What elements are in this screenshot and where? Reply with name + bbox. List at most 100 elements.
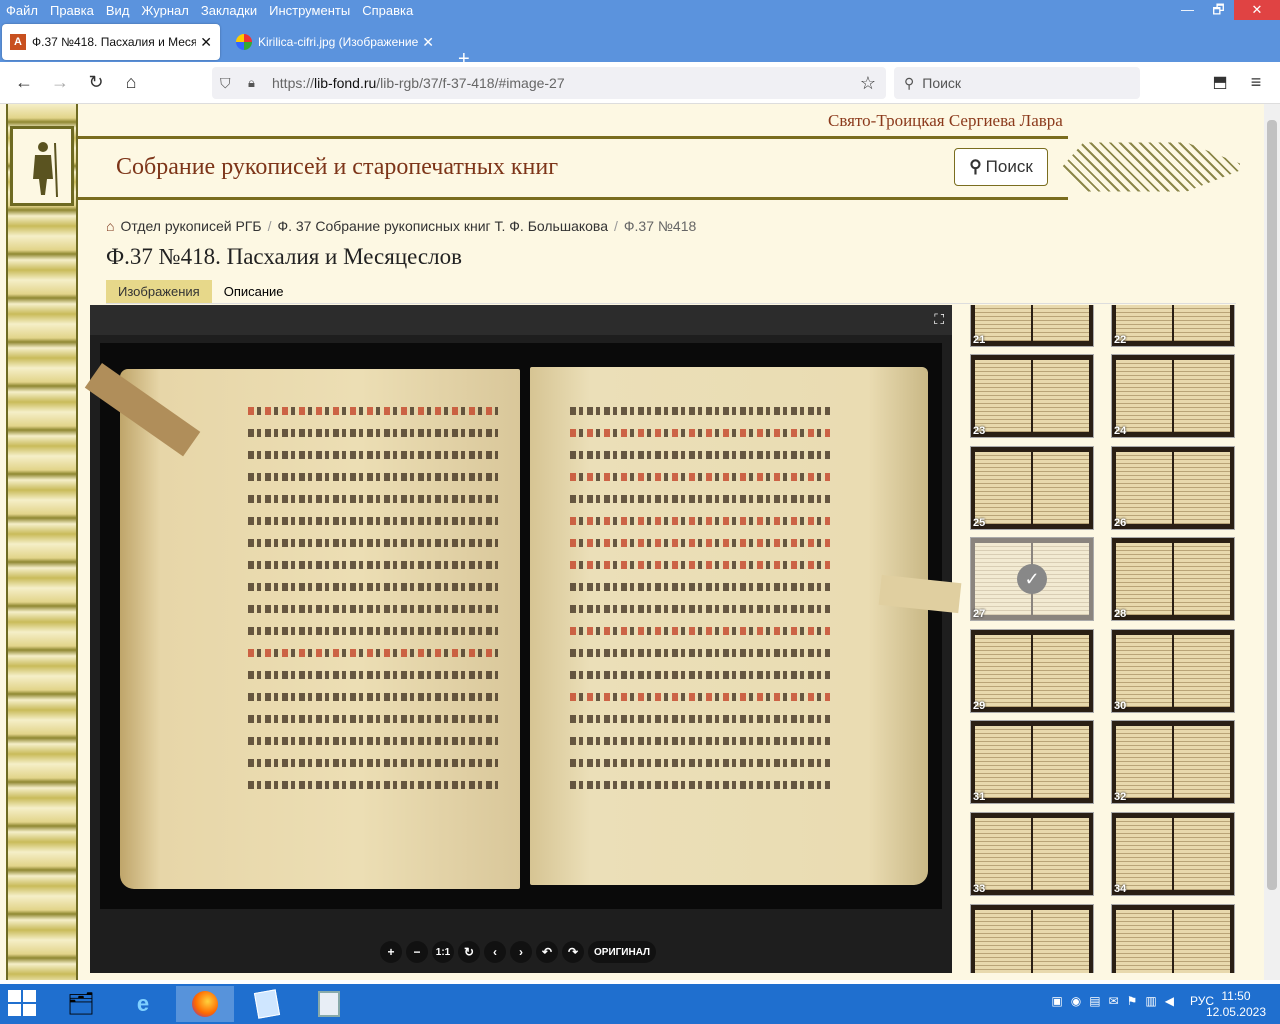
app-menu-button[interactable]: ≡ — [1244, 72, 1268, 93]
menu-tools[interactable]: Инструменты — [263, 3, 356, 18]
pocket-icon[interactable]: ⬒ — [1208, 72, 1232, 92]
thumbnail[interactable]: 34 — [1111, 812, 1235, 896]
menu-help[interactable]: Справка — [356, 3, 419, 18]
actual-size-button[interactable]: 1:1 — [432, 941, 454, 963]
tray-icon[interactable]: ⚑ — [1127, 994, 1138, 1008]
breadcrumb-link-fond[interactable]: Ф. 37 Собрание рукописных книг Т. Ф. Бол… — [277, 218, 608, 234]
tabs-divider — [106, 303, 1236, 304]
tray-icon[interactable]: ▤ — [1089, 994, 1100, 1008]
thumbnail[interactable]: 24 — [1111, 354, 1235, 438]
thumbnail[interactable]: 31 — [970, 720, 1094, 804]
reset-button[interactable]: ↻ — [458, 941, 480, 963]
previous-button[interactable]: ‹ — [484, 941, 506, 963]
breadcrumb-current: Ф.37 №418 — [623, 218, 697, 234]
search-field[interactable]: ⚲ Поиск — [894, 67, 1140, 99]
url-path: /lib-rgb/37/f-37-418/#image-27 — [376, 75, 565, 91]
thumbnail[interactable]: 32 — [1111, 720, 1235, 804]
thumbnail[interactable]: 30 — [1111, 629, 1235, 713]
shield-icon[interactable]: ⛉ — [220, 75, 231, 92]
site-search-button[interactable]: ⚲ Поиск — [954, 148, 1048, 186]
thumbnail[interactable]: 29 — [970, 629, 1094, 713]
scrollbar-thumb[interactable] — [1267, 120, 1277, 890]
site-logo[interactable] — [10, 126, 74, 206]
navigation-bar: ← → ↻ ⌂ ⛉ 🔒︎ https://lib-fond.ru/lib-rgb… — [0, 62, 1280, 104]
network-icon[interactable]: ▥ — [1145, 994, 1156, 1008]
wikipedia-favicon-icon — [236, 34, 252, 50]
tab-title: Kirilica-cifri.jpg (Изображение — [258, 35, 419, 49]
manuscript-image[interactable]: 22 — [84, 343, 962, 909]
home-button[interactable]: ⌂ — [119, 72, 143, 93]
thumbnail-number: 23 — [973, 425, 986, 437]
zoom-in-button[interactable]: + — [380, 941, 402, 963]
breadcrumb: ⌂ Отдел рукописей РГБ / Ф. 37 Собрание р… — [106, 218, 696, 234]
tray-icon[interactable]: ◉ — [1071, 994, 1081, 1008]
notepad-icon[interactable] — [238, 986, 296, 1022]
calculator-icon[interactable] — [300, 986, 358, 1022]
thumbnail-number: 26 — [1114, 517, 1127, 529]
thumbnail[interactable]: 28 — [1111, 537, 1235, 621]
tray-icon[interactable]: ▣ — [1051, 994, 1062, 1008]
search-icon: ⚲ — [904, 74, 915, 91]
image-viewer[interactable]: ⛶ 22 + − 1:1 ↻ ‹ › ↶ ↷ — [84, 305, 962, 973]
menu-file[interactable]: Файл — [0, 3, 44, 18]
maximize-button[interactable]: 🗗 — [1203, 0, 1234, 20]
bookmark-star-icon[interactable]: ☆ — [860, 73, 876, 94]
fullscreen-icon[interactable]: ⛶ — [934, 311, 944, 328]
thumbnail[interactable]: 35 — [970, 904, 1094, 973]
thumbnail[interactable]: 22 — [1111, 305, 1235, 347]
back-button[interactable]: ← — [12, 72, 36, 93]
internet-explorer-icon[interactable]: e — [114, 986, 172, 1022]
next-button[interactable]: › — [510, 941, 532, 963]
thumbnail[interactable]: 36 — [1111, 904, 1235, 973]
windows-start-icon[interactable] — [8, 990, 38, 1018]
menu-bookmarks[interactable]: Закладки — [195, 3, 263, 18]
original-button[interactable]: ОРИГИНАЛ — [588, 941, 657, 963]
tab-image[interactable]: Kirilica-cifri.jpg (Изображение ✕ — [228, 24, 442, 60]
knot-ornament — [1062, 142, 1240, 192]
thumbnail[interactable]: 23 — [970, 354, 1094, 438]
thumbnail-number: 29 — [973, 700, 986, 712]
close-window-button[interactable]: ✕ — [1234, 0, 1280, 20]
ornamental-border — [6, 104, 78, 980]
menu-view[interactable]: Вид — [100, 3, 136, 18]
minimize-button[interactable]: — — [1172, 0, 1203, 20]
forward-button[interactable]: → — [48, 72, 72, 93]
menu-edit[interactable]: Правка — [44, 3, 100, 18]
thumbnail-number: 31 — [973, 791, 986, 803]
reload-button[interactable]: ↻ — [84, 72, 108, 93]
window-controls: — 🗗 ✕ — [1172, 0, 1280, 20]
lavra-title: Свято-Троицкая Сергиева Лавра — [828, 111, 1063, 130]
tab-description[interactable]: Описание — [212, 280, 296, 303]
site-title[interactable]: Собрание рукописей и старопечатных книг — [116, 154, 558, 181]
clock[interactable]: 11:50 12.05.2023 — [1206, 988, 1266, 1020]
rotate-right-button[interactable]: ↷ — [562, 941, 584, 963]
thumbnail[interactable]: 21 — [970, 305, 1094, 347]
search-button-label: Поиск — [985, 157, 1033, 176]
system-tray: ▣ ◉ ▤ ✉ ⚑ ▥ ◀ РУС — [1051, 994, 1214, 1008]
zoom-out-button[interactable]: − — [406, 941, 428, 963]
breadcrumb-separator: / — [267, 218, 272, 234]
thumbnail-selected[interactable]: ✓ 27 — [970, 537, 1094, 621]
right-page: 22 — [530, 367, 928, 885]
firefox-icon[interactable] — [176, 986, 234, 1022]
url-prefix: https:// — [272, 75, 315, 91]
thumbnail-number: 33 — [973, 883, 986, 895]
thumbnail-number: 25 — [973, 517, 986, 529]
lock-icon[interactable]: 🔒︎ — [248, 75, 255, 91]
thumbnail[interactable]: 25 — [970, 446, 1094, 530]
close-tab-icon[interactable]: ✕ — [422, 34, 434, 51]
taskbar: 🗂︎ e ▣ ◉ ▤ ✉ ⚑ ▥ ◀ РУС 11:50 12.05.2023 — [0, 984, 1280, 1024]
file-explorer-icon[interactable]: 🗂︎ — [52, 986, 110, 1022]
address-bar[interactable]: ⛉ 🔒︎ https://lib-fond.ru/lib-rgb/37/f-37… — [212, 67, 886, 99]
breadcrumb-separator: / — [614, 218, 618, 234]
tray-icon[interactable]: ✉ — [1109, 994, 1119, 1008]
thumbnail[interactable]: 26 — [1111, 446, 1235, 530]
tab-manuscript[interactable]: A Ф.37 №418. Пасхалия и Месяцесл ✕ — [2, 24, 220, 60]
volume-icon[interactable]: ◀ — [1165, 994, 1174, 1008]
breadcrumb-link-dept[interactable]: Отдел рукописей РГБ — [120, 218, 261, 234]
menu-history[interactable]: Журнал — [135, 3, 194, 18]
tab-images[interactable]: Изображения — [106, 280, 212, 303]
close-tab-icon[interactable]: ✕ — [200, 34, 212, 51]
rotate-left-button[interactable]: ↶ — [536, 941, 558, 963]
thumbnail[interactable]: 33 — [970, 812, 1094, 896]
